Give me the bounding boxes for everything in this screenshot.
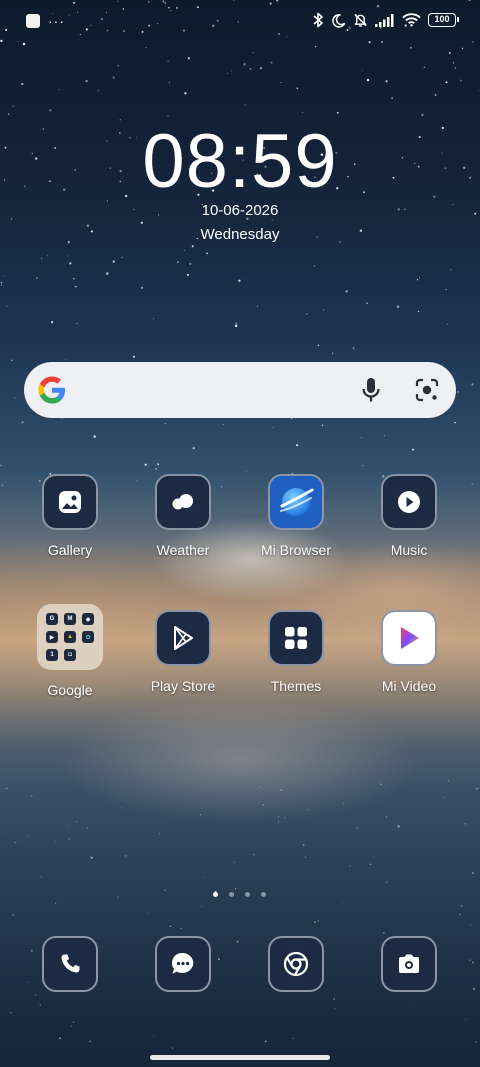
dock-chrome[interactable] bbox=[239, 936, 353, 992]
google-g-icon bbox=[38, 376, 65, 404]
bluetooth-icon bbox=[313, 12, 323, 28]
clock-date: 10-06-2026 bbox=[201, 202, 279, 219]
app-label: Play Store bbox=[150, 678, 216, 694]
weather-icon bbox=[155, 474, 211, 530]
app-mi-video[interactable]: Mi Video bbox=[352, 610, 466, 694]
page-dot-3 bbox=[245, 892, 250, 897]
app-play-store[interactable]: Play Store bbox=[126, 610, 240, 694]
google-folder-icon: G M ◆ ▶ ▲ ✿ 1 ◘ bbox=[37, 604, 103, 670]
music-icon bbox=[381, 474, 437, 530]
chrome-icon bbox=[268, 936, 324, 992]
dock-camera[interactable] bbox=[352, 936, 466, 992]
page-dot-4 bbox=[261, 892, 266, 897]
app-weather[interactable]: Weather bbox=[126, 474, 240, 558]
meet-icon: ◘ bbox=[64, 649, 76, 661]
play-store-icon bbox=[155, 610, 211, 666]
clock-weekday: Wednesday bbox=[200, 226, 280, 243]
camera-icon bbox=[381, 936, 437, 992]
app-folder-google[interactable]: G M ◆ ▶ ▲ ✿ 1 ◘ Google bbox=[13, 604, 127, 698]
mi-video-icon bbox=[381, 610, 437, 666]
app-label: Mi Browser bbox=[260, 542, 331, 558]
app-label: Music bbox=[390, 542, 428, 558]
youtube-icon: ▶ bbox=[46, 631, 58, 643]
signal-icon bbox=[375, 14, 394, 27]
page-indicator bbox=[213, 892, 266, 897]
app-label: Google bbox=[47, 682, 93, 698]
photos-icon: ✿ bbox=[82, 631, 94, 643]
app-mi-browser[interactable]: Mi Browser bbox=[239, 474, 353, 558]
phone-icon bbox=[42, 936, 98, 992]
app-themes[interactable]: Themes bbox=[239, 610, 353, 694]
dock-phone[interactable] bbox=[13, 936, 127, 992]
app-label: Gallery bbox=[47, 542, 93, 558]
mi-browser-icon bbox=[268, 474, 324, 530]
more-dots-icon: ··· bbox=[48, 13, 65, 29]
messages-icon bbox=[155, 936, 211, 992]
maps-icon: ◆ bbox=[82, 613, 94, 625]
battery-icon: 100 bbox=[428, 13, 459, 27]
app-label: Mi Video bbox=[381, 678, 437, 694]
page-dot-1 bbox=[213, 892, 218, 897]
drive-icon: ▲ bbox=[64, 631, 76, 643]
home-gesture-bar[interactable] bbox=[150, 1055, 330, 1060]
gallery-icon bbox=[42, 474, 98, 530]
home-screen: ··· 100 08:59 10-06-2026 Wednesday Galle… bbox=[0, 0, 480, 1067]
clock-time[interactable]: 08:59 bbox=[0, 118, 480, 205]
app-gallery[interactable]: Gallery bbox=[13, 474, 127, 558]
wifi-icon bbox=[402, 13, 421, 27]
status-bar: ··· 100 bbox=[0, 0, 480, 44]
google-icon: G bbox=[46, 613, 58, 625]
notification-square-icon bbox=[26, 14, 40, 28]
moon-icon bbox=[332, 13, 346, 28]
app-music[interactable]: Music bbox=[352, 474, 466, 558]
app-label: Themes bbox=[270, 678, 322, 694]
gmail-icon: M bbox=[64, 613, 76, 625]
bell-off-icon bbox=[354, 13, 367, 27]
microphone-icon[interactable] bbox=[358, 376, 384, 404]
page-dot-2 bbox=[229, 892, 234, 897]
themes-icon bbox=[268, 610, 324, 666]
duo-icon: 1 bbox=[46, 649, 58, 661]
lens-icon[interactable] bbox=[414, 377, 440, 403]
dock-messages[interactable] bbox=[126, 936, 240, 992]
google-search-bar[interactable] bbox=[24, 362, 456, 418]
app-label: Weather bbox=[156, 542, 210, 558]
